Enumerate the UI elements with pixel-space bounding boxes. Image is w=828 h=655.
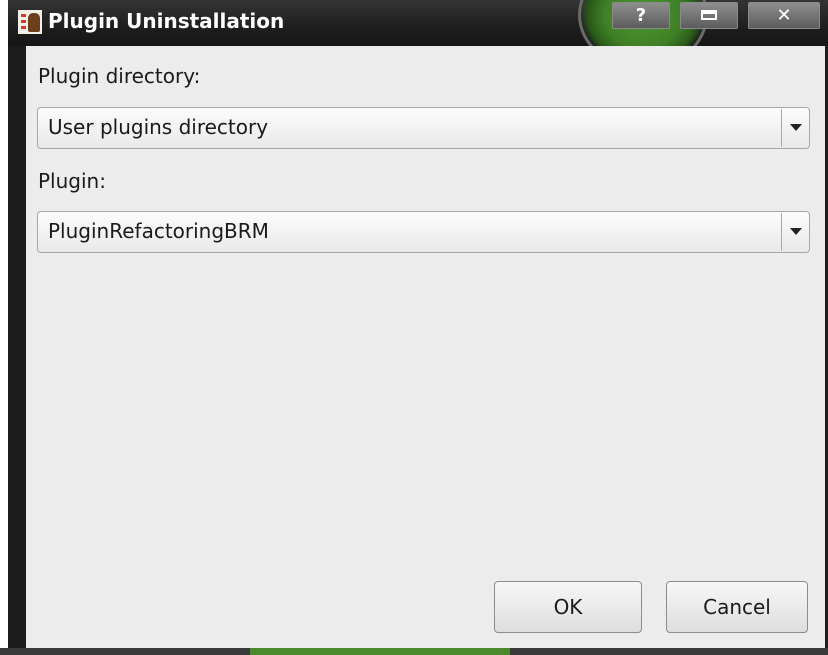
dialog-content: Plugin directory: User plugins directory… bbox=[26, 46, 825, 648]
help-icon: ? bbox=[635, 5, 647, 26]
maximize-button[interactable] bbox=[680, 2, 738, 29]
plugin-value: PluginRefactoringBRM bbox=[48, 219, 269, 243]
ok-button[interactable]: OK bbox=[494, 581, 642, 633]
plugin-directory-label: Plugin directory: bbox=[38, 64, 201, 88]
cancel-button[interactable]: Cancel bbox=[666, 581, 808, 633]
desktop-decoration bbox=[250, 648, 510, 655]
dropdown-separator bbox=[781, 213, 782, 251]
chevron-down-icon[interactable] bbox=[790, 124, 802, 131]
plugin-directory-select[interactable]: User plugins directory bbox=[37, 107, 810, 149]
dialog-window: Plugin Uninstallation ? ✕ Plugin directo… bbox=[8, 0, 828, 648]
title-bar[interactable]: Plugin Uninstallation ? ✕ bbox=[8, 0, 828, 46]
app-icon bbox=[18, 10, 42, 34]
help-button[interactable]: ? bbox=[612, 2, 670, 29]
window-title: Plugin Uninstallation bbox=[48, 9, 285, 33]
plugin-directory-value: User plugins directory bbox=[48, 115, 269, 139]
desktop-background bbox=[0, 648, 828, 655]
maximize-icon bbox=[701, 9, 717, 20]
close-icon: ✕ bbox=[776, 5, 792, 26]
dropdown-separator bbox=[781, 109, 782, 147]
close-button[interactable]: ✕ bbox=[748, 2, 820, 29]
plugin-label: Plugin: bbox=[38, 169, 106, 193]
plugin-select[interactable]: PluginRefactoringBRM bbox=[37, 211, 810, 253]
chevron-down-icon[interactable] bbox=[790, 228, 802, 235]
